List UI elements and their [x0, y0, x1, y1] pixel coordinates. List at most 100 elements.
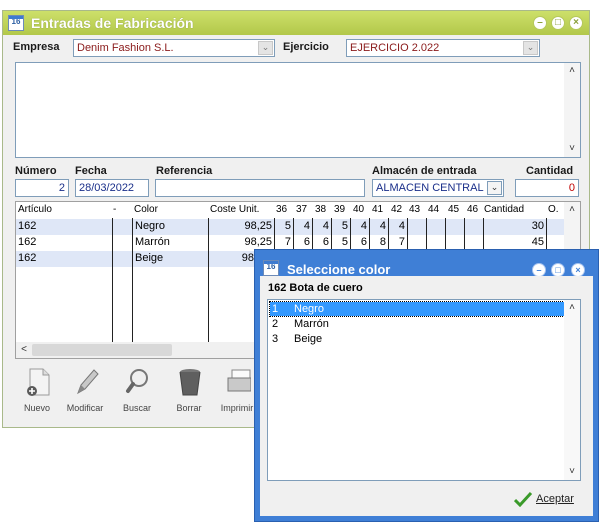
- cantidad-label: Cantidad: [526, 165, 574, 177]
- cell-coste: 98,25: [244, 220, 272, 232]
- cell-size: 6: [322, 236, 329, 248]
- almacen-label: Almacén de entrada: [372, 165, 477, 177]
- list-item[interactable]: 1 Negro: [269, 301, 565, 317]
- cell-coste: 98,25: [244, 236, 272, 248]
- close-button[interactable]: ×: [569, 16, 583, 30]
- cell-size: 8: [379, 236, 386, 248]
- list-item-name: Marrón: [294, 318, 329, 330]
- scroll-up-icon[interactable]: ˄: [564, 300, 580, 316]
- close-button[interactable]: ×: [571, 263, 585, 277]
- col-header-41[interactable]: 41: [372, 204, 383, 215]
- list-item-number: 1: [272, 303, 279, 315]
- col-header-coste[interactable]: Coste Unit.: [210, 204, 259, 215]
- nuevo-button[interactable]: Nuevo: [15, 367, 59, 417]
- select-color-dialog: 16 Seleccione color – □ × 162 Bota de cu…: [254, 249, 599, 522]
- ejercicio-combo[interactable]: EJERCICIO 2.022 ⌄: [346, 39, 540, 57]
- accept-button[interactable]: Aceptar: [514, 490, 578, 510]
- col-header-44[interactable]: 44: [428, 204, 439, 215]
- list-item[interactable]: 2 Marrón: [270, 317, 564, 331]
- pencil-icon: [77, 369, 99, 395]
- col-sep: [132, 218, 133, 342]
- cell-color: Marrón: [135, 236, 170, 248]
- modificar-label: Modificar: [66, 403, 104, 413]
- cell-size: 7: [284, 236, 291, 248]
- col-header-38[interactable]: 38: [315, 204, 326, 215]
- imprimir-label: Imprimir: [220, 403, 254, 413]
- col-header-39[interactable]: 39: [334, 204, 345, 215]
- buscar-label: Buscar: [122, 403, 151, 413]
- cell-size: 4: [303, 220, 310, 232]
- cell-size: 7: [398, 236, 405, 248]
- scroll-left-icon[interactable]: ˂: [16, 342, 32, 358]
- cell-articulo: 162: [18, 252, 37, 264]
- col-header-46[interactable]: 46: [467, 204, 478, 215]
- cell-cantidad: 30: [531, 220, 544, 232]
- modificar-button[interactable]: Modificar: [63, 367, 107, 417]
- main-titlebar[interactable]: 16 Entradas de Fabricación – □ ×: [3, 11, 589, 35]
- magnifier-icon: [126, 369, 148, 393]
- cell-size: 4: [360, 220, 367, 232]
- scroll-up-icon[interactable]: ˄: [564, 63, 580, 79]
- empresa-label: Empresa: [13, 41, 60, 53]
- scroll-thumb[interactable]: [32, 344, 172, 356]
- cell-articulo: 162: [18, 220, 37, 232]
- col-header-color[interactable]: Color: [134, 204, 158, 215]
- calendar-icon: 16: [8, 15, 24, 31]
- cell-size: 5: [341, 220, 348, 232]
- chevron-down-icon[interactable]: ⌄: [258, 41, 273, 55]
- memo-scrollbar[interactable]: ˄ ˅: [564, 63, 580, 157]
- col-header-40[interactable]: 40: [353, 204, 364, 215]
- cell-size: 4: [379, 220, 386, 232]
- cell-coste: 98: [241, 252, 254, 264]
- fecha-label: Fecha: [75, 165, 107, 177]
- notes-memo[interactable]: ˄ ˅: [15, 62, 581, 158]
- col-header-cantidad[interactable]: Cantidad: [484, 204, 524, 215]
- cell-size: 4: [322, 220, 329, 232]
- cell-size: 5: [284, 220, 291, 232]
- empresa-combo[interactable]: Denim Fashion S.L. ⌄: [73, 39, 275, 57]
- chevron-down-icon[interactable]: ⌄: [523, 41, 538, 55]
- almacen-value: ALMACEN CENTRAL: [376, 182, 484, 194]
- almacen-combo[interactable]: ALMACEN CENTRAL ⌄: [372, 179, 504, 197]
- window-title: Entradas de Fabricación: [31, 15, 194, 31]
- cell-articulo: 162: [18, 236, 37, 248]
- col-header-37[interactable]: 37: [296, 204, 307, 215]
- scroll-up-icon[interactable]: ˄: [564, 202, 580, 218]
- cell-size: 5: [341, 236, 348, 248]
- imprimir-button[interactable]: Imprimir: [215, 367, 259, 417]
- cell-size: 6: [303, 236, 310, 248]
- scroll-down-icon[interactable]: ˅: [564, 141, 580, 157]
- minimize-button[interactable]: –: [533, 16, 547, 30]
- referencia-field[interactable]: [155, 179, 365, 197]
- col-header-o[interactable]: O.: [548, 204, 559, 215]
- chevron-down-icon[interactable]: ⌄: [487, 181, 502, 195]
- cantidad-field[interactable]: 0: [515, 179, 579, 197]
- col-header-dash[interactable]: -: [113, 204, 116, 215]
- numero-field[interactable]: 2: [15, 179, 69, 197]
- fecha-field[interactable]: 28/03/2022: [75, 179, 149, 197]
- col-sep: [112, 218, 113, 342]
- accept-label: Aceptar: [536, 493, 574, 505]
- col-header-43[interactable]: 43: [409, 204, 420, 215]
- col-header-36[interactable]: 36: [276, 204, 287, 215]
- list-item[interactable]: 3 Beige: [270, 332, 564, 346]
- maximize-button[interactable]: □: [551, 16, 565, 30]
- buscar-button[interactable]: Buscar: [115, 367, 159, 417]
- trash-icon: [179, 369, 201, 396]
- list-scrollbar[interactable]: ˄ ˅: [564, 300, 580, 480]
- maximize-button[interactable]: □: [551, 263, 565, 277]
- col-header-articulo[interactable]: Artículo: [18, 204, 52, 215]
- ejercicio-label: Ejercicio: [283, 41, 329, 53]
- color-list[interactable]: 1 Negro 2 Marrón 3 Beige ˄ ˅: [267, 299, 581, 481]
- col-header-45[interactable]: 45: [448, 204, 459, 215]
- minimize-button[interactable]: –: [532, 263, 546, 277]
- scroll-down-icon[interactable]: ˅: [564, 464, 580, 480]
- list-item-number: 3: [272, 333, 279, 345]
- col-header-42[interactable]: 42: [391, 204, 402, 215]
- checkmark-icon: [514, 491, 532, 507]
- referencia-label: Referencia: [156, 165, 213, 177]
- cell-cantidad: 45: [531, 236, 544, 248]
- borrar-button[interactable]: Borrar: [167, 367, 211, 417]
- cell-size: 4: [398, 220, 405, 232]
- calendar-icon: 16: [263, 260, 279, 276]
